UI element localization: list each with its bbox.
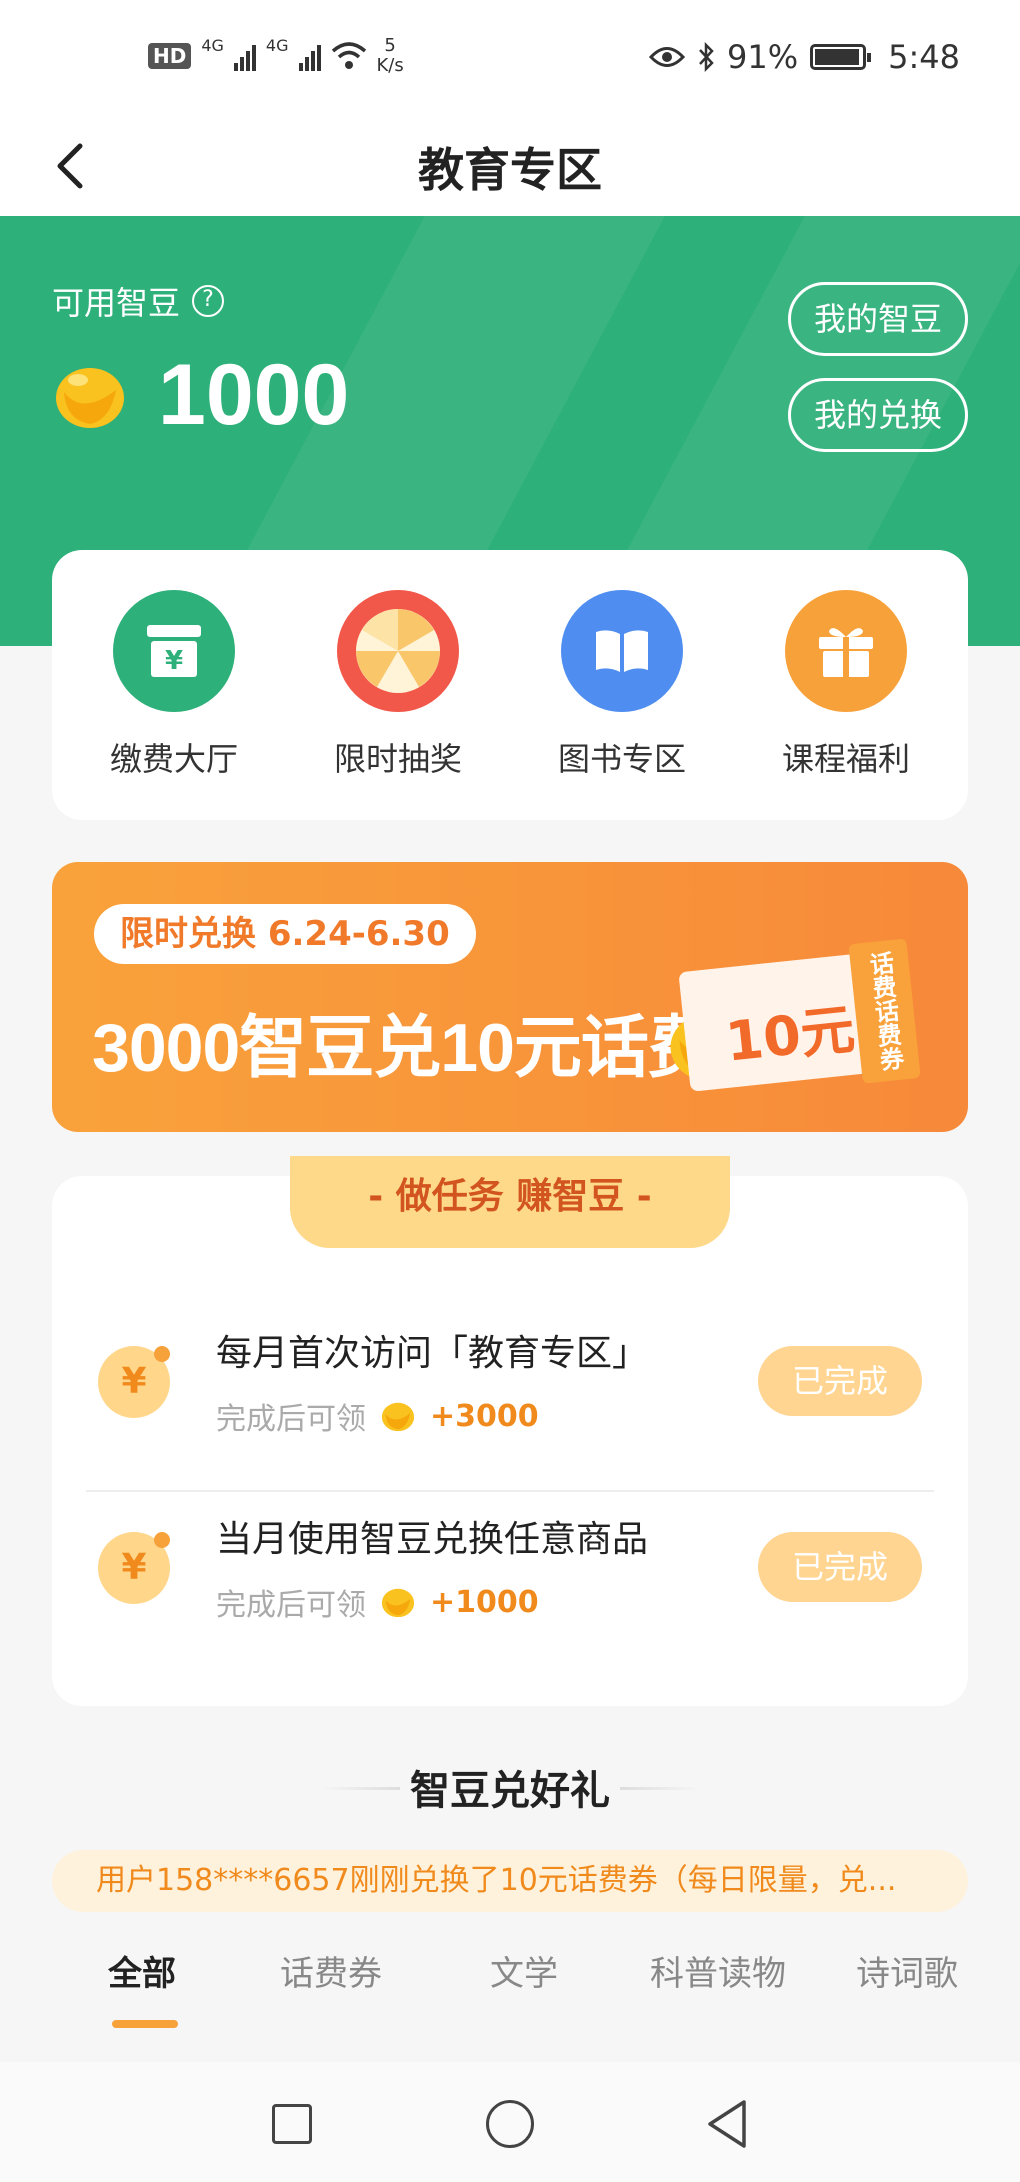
navbar: 教育专区 (0, 118, 1020, 216)
clock: 5:48 (888, 38, 960, 76)
net-speed: 5 K/s (377, 36, 404, 76)
page-title: 教育专区 (418, 143, 602, 197)
task-done-button[interactable]: 已完成 (758, 1532, 922, 1602)
battery-percent: 91% (727, 38, 799, 76)
task-reward: +3000 (430, 1398, 539, 1434)
signal-icon (233, 41, 256, 71)
tab-literature[interactable]: 文学 (490, 1946, 558, 1995)
tab-all[interactable]: 全部 (108, 1946, 176, 1995)
beans-row: 1000 (52, 346, 349, 445)
network-4g-label: 4G (201, 36, 224, 55)
task-sub-text: 完成后可领 (216, 1588, 366, 1623)
task-title: 每月首次访问「教育专区」 (216, 1333, 649, 1374)
coupon-value: 10元 (722, 997, 858, 1074)
wifi-icon (331, 42, 366, 69)
tab-phone-coupon[interactable]: 话费券 (280, 1946, 382, 1995)
task-item: ¥ 当月使用智豆兑换任意商品 完成后可领 +1000 已完成 (98, 1492, 922, 1642)
quick-item-label: 缴费大厅 (109, 740, 238, 778)
status-left: HD 4G 4G 5 K/s (148, 36, 404, 76)
quick-item-courses[interactable]: 课程福利 (746, 590, 946, 780)
beans-label: 可用智豆 ? (52, 278, 225, 324)
status-right: 91% 5:48 (649, 38, 960, 76)
quick-item-label: 限时抽奖 (333, 740, 462, 778)
tasks-card: - 做任务 赚智豆 - ¥ 每月首次访问「教育专区」 完成后可领 +3000 已… (52, 1156, 968, 1706)
gift-icon (785, 590, 907, 712)
help-icon[interactable]: ? (192, 285, 225, 317)
yuan-coin-icon: ¥ (98, 1346, 170, 1418)
eye-icon (649, 47, 686, 67)
net-speed-unit: K/s (376, 55, 404, 76)
back-triangle-icon[interactable] (704, 2098, 754, 2150)
quick-item-lottery[interactable]: 限时抽奖 (298, 590, 498, 780)
home-icon[interactable] (486, 2100, 534, 2148)
svg-text:¥: ¥ (165, 646, 183, 676)
quick-item-label: 图书专区 (557, 740, 686, 778)
network-4g-label-2: 4G (265, 36, 289, 55)
payment-hall-icon: ¥ (113, 590, 235, 712)
banner-tag: 限时兑换 6.24-6.30 (94, 904, 476, 964)
book-icon (561, 590, 683, 712)
task-divider (86, 1490, 934, 1492)
task-done-button[interactable]: 已完成 (758, 1346, 922, 1416)
quick-item-label: 课程福利 (781, 740, 910, 778)
task-title: 当月使用智豆兑换任意商品 (216, 1519, 649, 1560)
system-nav-bar (0, 2062, 1020, 2182)
gifts-title: 智豆兑好礼 (410, 1768, 610, 1814)
exchange-ticker: 用户158****6657刚刚兑换了10元话费券（每日限量，兑... (52, 1850, 968, 1912)
task-subtitle: 完成后可领 +3000 (216, 1394, 539, 1438)
task-reward: +1000 (430, 1584, 539, 1620)
task-sub-text: 完成后可领 (216, 1402, 366, 1437)
hd-badge: HD (148, 43, 192, 69)
coupon-graphic: 10元 话费话费券 (677, 938, 922, 1101)
tab-poetry[interactable]: 诗词歌 (856, 1946, 958, 1995)
my-exchange-button[interactable]: 我的兑换 (788, 378, 968, 452)
bean-icon (381, 1588, 415, 1618)
status-bar: HD 4G 4G 5 K/s 91% 5:48 (0, 0, 1020, 118)
my-beans-button[interactable]: 我的智豆 (788, 282, 968, 356)
net-speed-value: 5 (384, 35, 396, 56)
quick-item-books[interactable]: 图书专区 (522, 590, 722, 780)
tab-popular-science[interactable]: 科普读物 (650, 1946, 786, 1995)
signal-icon-2 (298, 41, 321, 71)
quick-entries: ¥ 缴费大厅 限时抽奖 图书专区 课程福利 (52, 550, 968, 820)
category-tabs: 全部 话费券 文学 科普读物 诗词歌 (0, 1936, 1020, 2032)
battery-icon (810, 44, 872, 70)
bluetooth-icon (699, 42, 714, 72)
task-item: ¥ 每月首次访问「教育专区」 完成后可领 +3000 已完成 (98, 1306, 922, 1456)
bean-icon (381, 1402, 415, 1432)
yuan-coin-icon: ¥ (98, 1532, 170, 1604)
tab-underline (112, 2020, 178, 2028)
lottery-wheel-icon (337, 590, 459, 712)
beans-value: 1000 (158, 347, 350, 443)
recents-icon[interactable] (272, 2104, 312, 2144)
banner-headline: 3000智豆兑10元话费 (92, 1010, 716, 1086)
beans-label-text: 可用智豆 (52, 284, 181, 322)
promo-banner[interactable]: 限时兑换 6.24-6.30 3000智豆兑10元话费 10元 话费话费券 (52, 862, 968, 1132)
quick-item-payment[interactable]: ¥ 缴费大厅 (74, 590, 274, 780)
task-subtitle: 完成后可领 +1000 (216, 1580, 539, 1624)
tasks-header: - 做任务 赚智豆 - (290, 1156, 730, 1248)
bean-icon (56, 367, 124, 428)
